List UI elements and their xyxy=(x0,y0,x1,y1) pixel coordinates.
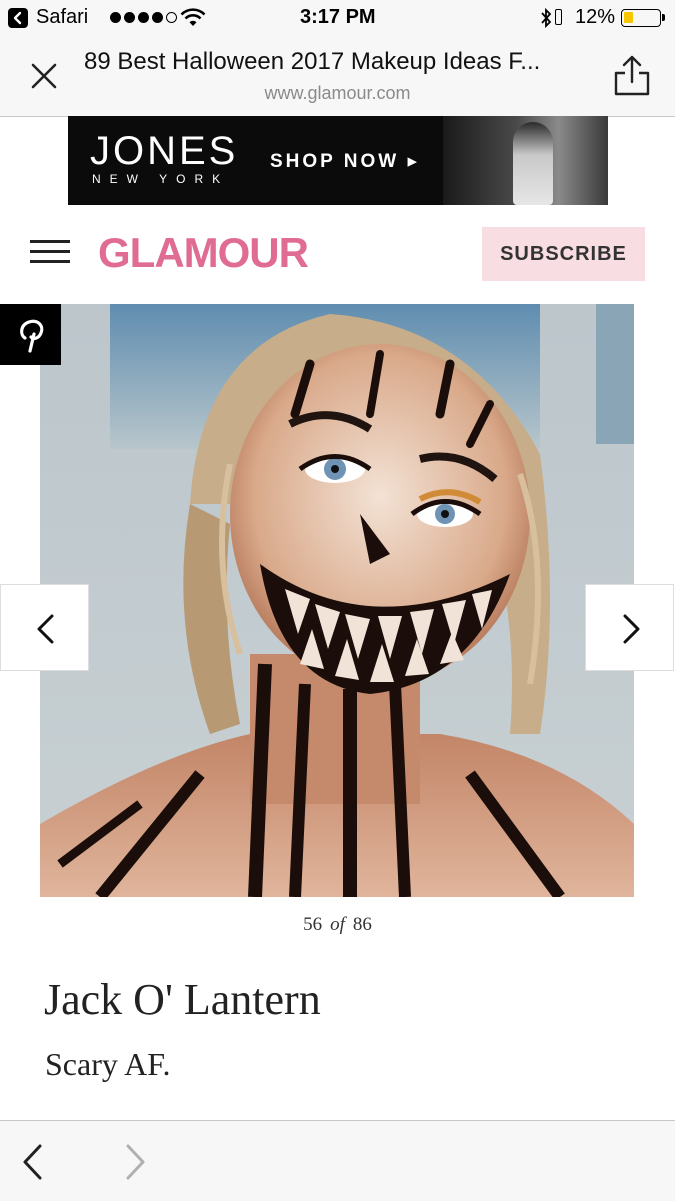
chevron-right-icon xyxy=(623,614,640,644)
pinterest-pin-button[interactable] xyxy=(0,304,61,365)
gallery-next-button[interactable] xyxy=(585,584,674,671)
signal-strength-icon xyxy=(110,12,177,23)
gallery-counter: 56 of 86 xyxy=(0,914,675,936)
ad-model-photo xyxy=(443,116,608,205)
hamburger-menu-icon[interactable] xyxy=(30,240,70,264)
status-bar: Safari 3:17 PM 12% xyxy=(0,0,675,36)
battery-cap xyxy=(662,14,665,21)
battery-percentage: 12% xyxy=(575,6,616,28)
browser-address-bar: 89 Best Halloween 2017 Makeup Ideas F...… xyxy=(0,36,675,117)
gallery-prev-button[interactable] xyxy=(0,584,89,671)
ad-shop-now-button[interactable]: SHOP NOW ▸ xyxy=(270,150,420,173)
slide-caption: Scary AF. xyxy=(45,1046,171,1082)
pinterest-icon xyxy=(20,319,44,353)
slide-title: Jack O' Lantern xyxy=(44,975,321,1024)
site-logo[interactable]: GLAMOUR xyxy=(98,229,309,277)
bluetooth-icon xyxy=(541,7,552,29)
charging-icon xyxy=(555,9,562,25)
battery-icon xyxy=(621,9,661,27)
clock: 3:17 PM xyxy=(300,6,376,28)
site-header: GLAMOUR SUBSCRIBE xyxy=(0,205,675,303)
ad-banner[interactable]: JONES NEW YORK SHOP NOW ▸ xyxy=(68,116,608,205)
subscribe-button[interactable]: SUBSCRIBE xyxy=(482,227,645,281)
page-url[interactable]: www.glamour.com xyxy=(0,83,675,104)
ad-brand: JONES xyxy=(90,129,239,173)
ad-subbrand: NEW YORK xyxy=(92,172,230,186)
chevron-left-icon xyxy=(37,614,54,644)
counter-of: of xyxy=(330,914,345,935)
back-to-app-icon[interactable] xyxy=(8,8,28,28)
browser-bottom-toolbar xyxy=(0,1120,675,1201)
gallery-photo[interactable] xyxy=(40,304,634,897)
back-app-label[interactable]: Safari xyxy=(36,6,88,29)
counter-current: 56 xyxy=(303,914,323,935)
wifi-icon xyxy=(180,8,206,26)
battery-level-fill xyxy=(624,12,633,23)
page-title[interactable]: 89 Best Halloween 2017 Makeup Ideas F... xyxy=(84,48,540,76)
counter-total: 86 xyxy=(352,914,372,935)
share-icon[interactable] xyxy=(612,54,652,98)
browser-back-icon[interactable] xyxy=(18,1142,48,1182)
browser-forward-icon[interactable] xyxy=(120,1142,150,1182)
